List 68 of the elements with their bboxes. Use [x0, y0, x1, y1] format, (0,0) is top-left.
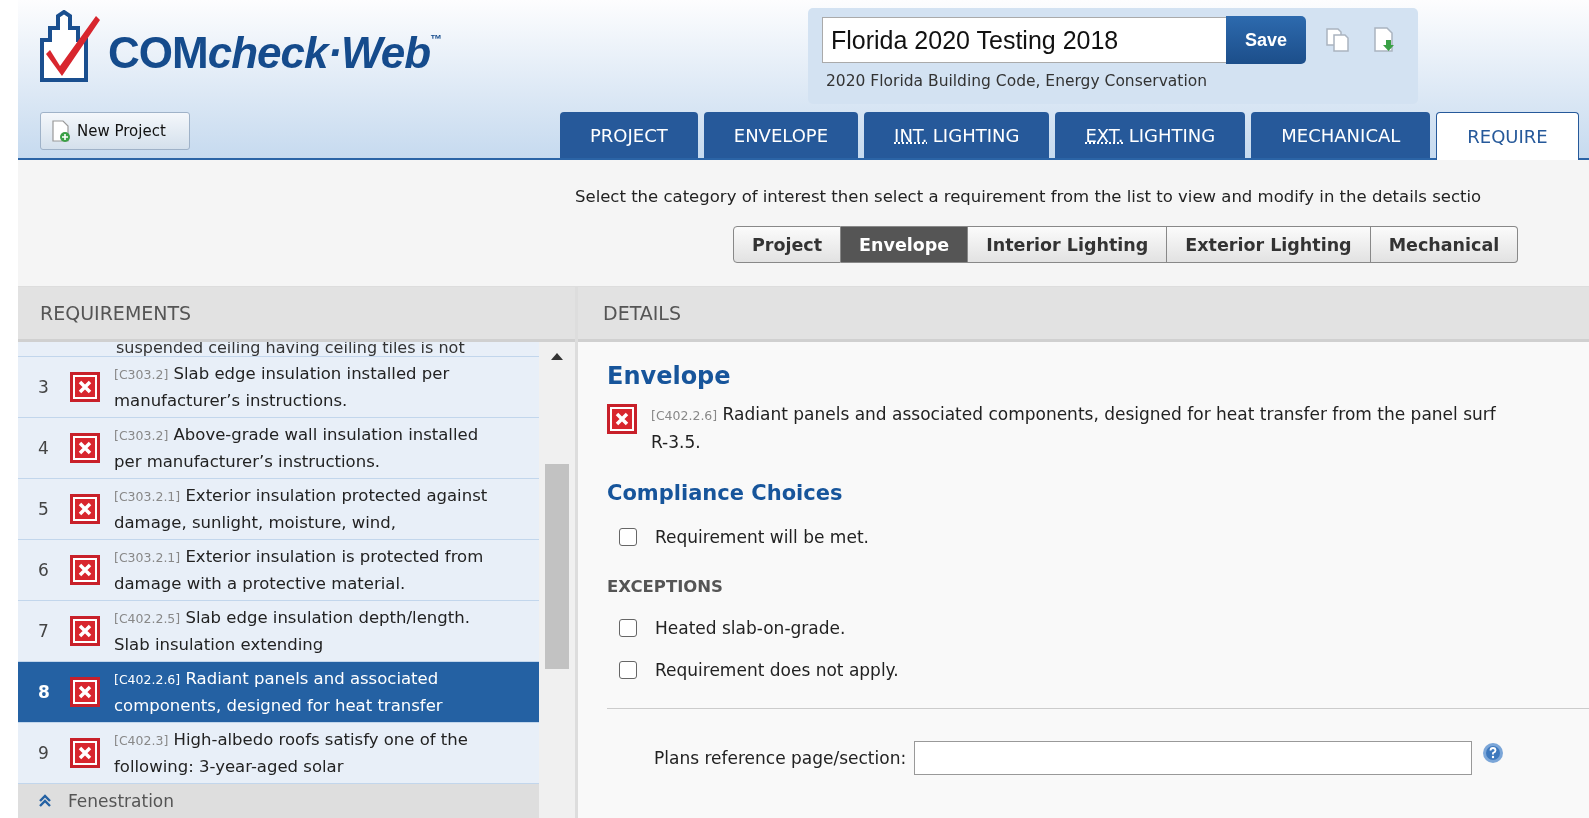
fail-x-icon [70, 616, 100, 646]
category-button[interactable]: Project [733, 226, 842, 263]
row-number: 4 [37, 438, 50, 458]
fail-x-icon [70, 372, 100, 402]
instructions-text: Select the category of interest then select a requirement from the list to view and modify in the details sectio [574, 186, 1483, 206]
save-button[interactable]: Save [1226, 16, 1306, 64]
category-button[interactable]: Interior Lighting [968, 226, 1168, 263]
checkbox-label: Requirement does not apply. [655, 660, 899, 680]
fail-x-icon [70, 494, 100, 524]
fail-x-icon [70, 677, 100, 707]
requirement-item[interactable]: 3 [C303.2] Slab edge insulation installed per manufacturer’s instructions. [18, 357, 539, 418]
nav-tab[interactable]: MECHANICAL [1251, 112, 1431, 158]
row-number: 3 [37, 377, 50, 397]
checkbox-label: Heated slab-on-grade. [655, 618, 846, 638]
requirement-description: [C402.2.6] Radiant panels and associated components, designed for heat transfer from the panel surf R-3.5. [651, 403, 1496, 454]
help-icon[interactable] [1482, 742, 1505, 764]
nav-tab[interactable]: REQUIRE [1436, 112, 1579, 160]
nav-tab[interactable]: ENVELOPE [703, 112, 859, 158]
plans-reference-field[interactable] [914, 741, 1473, 775]
requirement-text: [C402.2.5] Slab edge insulation depth/length. Slab insulation extending [114, 606, 471, 656]
category-button[interactable]: Envelope [841, 226, 969, 263]
requirement-item[interactable]: 5 [C303.2.1] Exterior insulation protected against damage, sunlight, moisture, wind, [18, 479, 539, 540]
scrollbar[interactable] [539, 342, 575, 818]
plans-reference-label: Plans reference page/section: [654, 748, 907, 768]
requirement-item[interactable]: 8 [C402.2.6] Radiant panels and associated components, designed for heat transfer [18, 662, 539, 723]
requirement-text: [C303.2] Above-grade wall insulation installed per manufacturer’s instructions. [114, 423, 480, 473]
category-button[interactable]: Mechanical [1370, 226, 1519, 263]
new-document-icon [51, 120, 71, 142]
requirement-item[interactable]: 6 [C303.2.1] Exterior insulation is protected from damage with a protective material. [18, 540, 539, 601]
new-project-button[interactable]: New Project [40, 112, 190, 150]
details-header: DETAILS [578, 287, 1589, 342]
requirement-item[interactable]: 7 [C402.2.5] Slab edge insulation depth/length. Slab insulation extending [18, 601, 539, 662]
requirement-text: [C303.2] Slab edge insulation installed per manufacturer’s instructions. [114, 362, 451, 412]
collapse-chevron-icon [38, 794, 52, 808]
compliance-heading: Compliance Choices [607, 481, 844, 505]
exceptions-heading: EXCEPTIONS [607, 577, 724, 596]
requirement-text: [C303.2.1] Exterior insulation protected against damage, sunlight, moisture, wind, [114, 484, 489, 534]
row-number: 7 [37, 621, 50, 641]
requirement-item[interactable]: 4 [C303.2] Above-grade wall insulation installed per manufacturer’s instructions. [18, 418, 539, 479]
row-number: 5 [37, 499, 50, 519]
checkbox[interactable] [619, 528, 637, 546]
category-button[interactable]: Exterior Lighting [1167, 226, 1371, 263]
row-number: 8 [37, 682, 51, 702]
energy-code-text: 2020 Florida Building Code, Energy Conservation [825, 72, 1209, 90]
fail-x-icon [607, 404, 637, 434]
group-label: Fenestration [68, 791, 175, 811]
checkbox[interactable] [619, 661, 637, 679]
details-heading: Envelope [607, 362, 732, 390]
checkbox[interactable] [619, 619, 637, 637]
requirement-item[interactable]: 9 [C402.3] High-albedo roofs satisfy one of the following: 3-year-aged solar [18, 723, 539, 784]
fenestration-group[interactable]: Fenestration [18, 784, 539, 818]
nav-tab[interactable]: EXT. LIGHTING [1055, 112, 1246, 158]
nav-tab[interactable]: PROJECT [560, 112, 698, 158]
requirement-text: [C303.2.1] Exterior insulation is protected from damage with a protective material. [114, 545, 485, 595]
row-number: 6 [37, 560, 50, 580]
fail-x-icon [70, 555, 100, 585]
project-name-field[interactable]: Florida 2020 Testing 2018 [822, 17, 1226, 63]
row-number: 9 [37, 743, 50, 763]
scrollbar-thumb[interactable] [545, 464, 569, 669]
requirement-text: [C402.3] High-albedo roofs satisfy one of the following: 3-year-aged solar [114, 728, 469, 778]
fail-x-icon [70, 433, 100, 463]
fail-x-icon [70, 738, 100, 768]
nav-tab[interactable]: INT. LIGHTING [864, 112, 1050, 158]
checkbox-label: Requirement will be met. [655, 527, 869, 547]
requirement-text: [C402.2.6] Radiant panels and associated components, designed for heat transfer [114, 667, 444, 717]
logo-text: COMcheck·Web$^{™}$ [108, 28, 442, 78]
requirements-header: REQUIREMENTS [18, 287, 575, 342]
scroll-up-arrow-icon[interactable] [551, 352, 563, 360]
